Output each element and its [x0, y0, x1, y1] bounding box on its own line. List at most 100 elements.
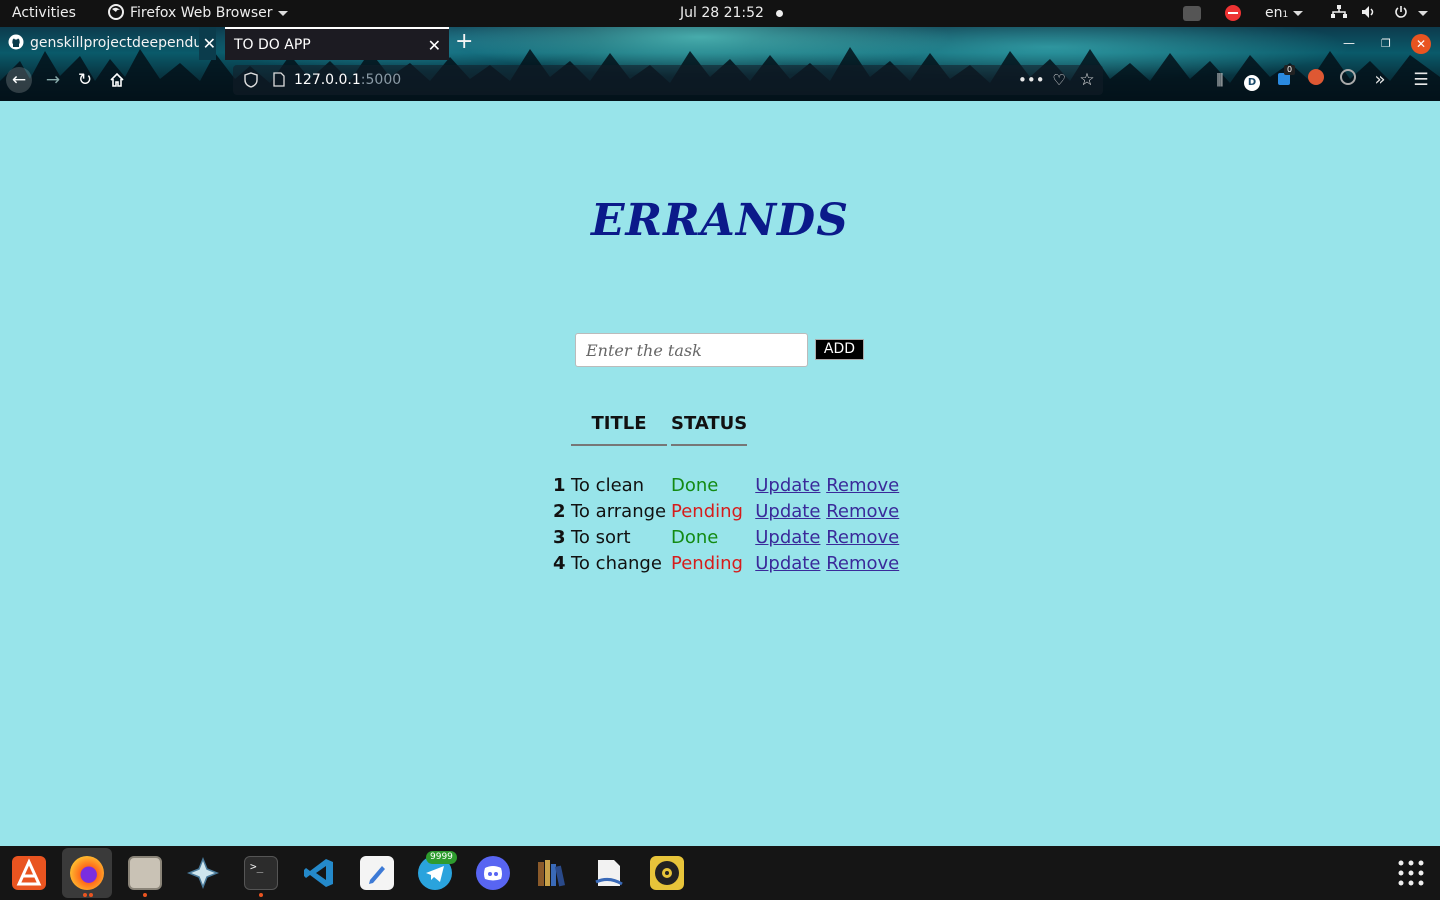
language-label: en: [1265, 5, 1283, 21]
activities-button[interactable]: Activities: [12, 0, 76, 27]
update-link[interactable]: Update: [755, 553, 820, 574]
text-editor-icon[interactable]: [360, 856, 394, 890]
minimize-button[interactable]: —: [1343, 27, 1363, 60]
clock[interactable]: Jul 28 21:52: [680, 0, 783, 27]
url-bar[interactable]: 127.0.0.1:5000 ••• ♡ ☆: [233, 65, 1103, 95]
chevron-down-icon: [277, 10, 288, 16]
extension-badge-icon[interactable]: 0: [1272, 65, 1296, 93]
vscode-icon[interactable]: [302, 856, 336, 890]
table-row: 1 To clean Done Update Remove: [553, 472, 899, 498]
header-status: STATUS: [671, 405, 748, 446]
task-actions: Update Remove: [751, 524, 899, 550]
task-title: To change: [571, 552, 662, 574]
running-indicator: [83, 893, 87, 897]
task-title: To arrange: [571, 500, 667, 522]
app-menu[interactable]: Firefox Web Browser: [108, 0, 288, 27]
page-title: ERRANDS: [591, 195, 849, 246]
extension-badge-count: 0: [1284, 65, 1296, 75]
datetime-label: Jul 28 21:52: [680, 5, 764, 21]
reload-icon: ↻: [77, 70, 93, 90]
table-row: 2 To arrange Pending Update Remove: [553, 498, 899, 524]
app-grid-icon[interactable]: [1394, 856, 1428, 890]
task-number: 2: [553, 500, 566, 522]
calibre-icon[interactable]: [534, 856, 568, 890]
power-icon: [1395, 6, 1407, 18]
running-indicator: [89, 893, 93, 897]
firefox-icon[interactable]: [70, 856, 104, 890]
extension-d-icon[interactable]: D: [1240, 67, 1264, 93]
rhythmbox-icon[interactable]: [650, 856, 684, 890]
remove-link[interactable]: Remove: [826, 527, 899, 548]
maximize-icon: ❐: [1381, 37, 1391, 50]
url-text[interactable]: 127.0.0.1:5000: [294, 65, 401, 95]
remove-link[interactable]: Remove: [826, 475, 899, 496]
terminal-icon[interactable]: >_: [244, 856, 278, 890]
overflow-menu-icon[interactable]: »: [1368, 67, 1392, 93]
volume-icon: [1362, 6, 1374, 18]
extension-circle-icon[interactable]: [1336, 67, 1360, 93]
minimize-icon: —: [1343, 36, 1355, 50]
indicator-app-icon[interactable]: [1183, 6, 1201, 21]
reload-button[interactable]: ↻: [72, 67, 98, 93]
page-actions-icon[interactable]: •••: [1018, 67, 1045, 93]
url-port: :5000: [360, 72, 402, 88]
running-indicator: [143, 893, 147, 897]
dock: >_ 9999: [0, 846, 1440, 900]
tab-github[interactable]: genskillprojectdeependu ✕: [0, 27, 224, 60]
task-actions: Update Remove: [751, 550, 899, 576]
update-link[interactable]: Update: [755, 501, 820, 522]
running-indicator: [259, 893, 263, 897]
files-icon[interactable]: [128, 856, 162, 890]
ubuntu-software-icon[interactable]: [12, 856, 46, 890]
forward-button[interactable]: →: [40, 67, 66, 93]
task-title: To sort: [571, 526, 631, 548]
chevron-down-icon: [1417, 10, 1428, 16]
arrow-right-icon: →: [45, 70, 61, 90]
ppsspp-icon[interactable]: [186, 856, 220, 890]
duckduckgo-icon[interactable]: [1304, 67, 1328, 93]
maximize-button[interactable]: ❐: [1381, 27, 1397, 60]
close-tab-icon[interactable]: ✕: [198, 27, 216, 60]
home-button[interactable]: [104, 67, 130, 93]
add-button[interactable]: ADD: [815, 339, 864, 360]
telegram-badge: 9999: [426, 851, 457, 864]
url-host: 127.0.0.1: [294, 72, 361, 88]
spacer-row: [553, 446, 899, 472]
task-status: Pending: [671, 552, 743, 574]
task-number: 3: [553, 526, 566, 548]
table-row: 3 To sort Done Update Remove: [553, 524, 899, 550]
remove-link[interactable]: Remove: [826, 501, 899, 522]
back-button[interactable]: ←: [6, 67, 32, 93]
task-status: Done: [671, 474, 719, 496]
app-menu-label: Firefox Web Browser: [130, 5, 273, 21]
header-actions: [751, 405, 899, 446]
plus-icon: +: [455, 29, 474, 54]
do-not-disturb-icon[interactable]: [1225, 5, 1241, 21]
language-selector[interactable]: en1: [1265, 0, 1304, 27]
task-input[interactable]: [575, 333, 808, 367]
tab-label: TO DO APP: [234, 37, 311, 53]
close-window-button[interactable]: ✕: [1411, 34, 1431, 54]
header-title: TITLE: [571, 405, 667, 446]
libreoffice-icon[interactable]: [592, 856, 626, 890]
system-menu[interactable]: [1331, 0, 1428, 27]
task-actions: Update Remove: [751, 498, 899, 524]
update-link[interactable]: Update: [755, 527, 820, 548]
remove-link[interactable]: Remove: [826, 553, 899, 574]
update-link[interactable]: Update: [755, 475, 820, 496]
table-row: 4 To change Pending Update Remove: [553, 550, 899, 576]
tab-todo-app[interactable]: TO DO APP ✕: [225, 27, 449, 60]
library-icon[interactable]: ⫼: [1208, 67, 1232, 93]
task-number: 4: [553, 552, 566, 574]
close-tab-icon[interactable]: ✕: [428, 29, 441, 60]
hamburger-menu-icon[interactable]: ☰: [1409, 67, 1433, 93]
shield-icon: [244, 72, 258, 88]
task-table: TITLE STATUS 1 To clean Done Update Remo…: [549, 405, 903, 576]
home-icon: [110, 72, 124, 87]
github-icon: [8, 34, 24, 50]
new-tab-button[interactable]: +: [455, 27, 477, 60]
pocket-icon[interactable]: ♡: [1047, 67, 1071, 93]
bookmark-star-icon[interactable]: ☆: [1075, 67, 1099, 93]
language-suffix: 1: [1282, 10, 1289, 20]
discord-icon[interactable]: [476, 856, 510, 890]
